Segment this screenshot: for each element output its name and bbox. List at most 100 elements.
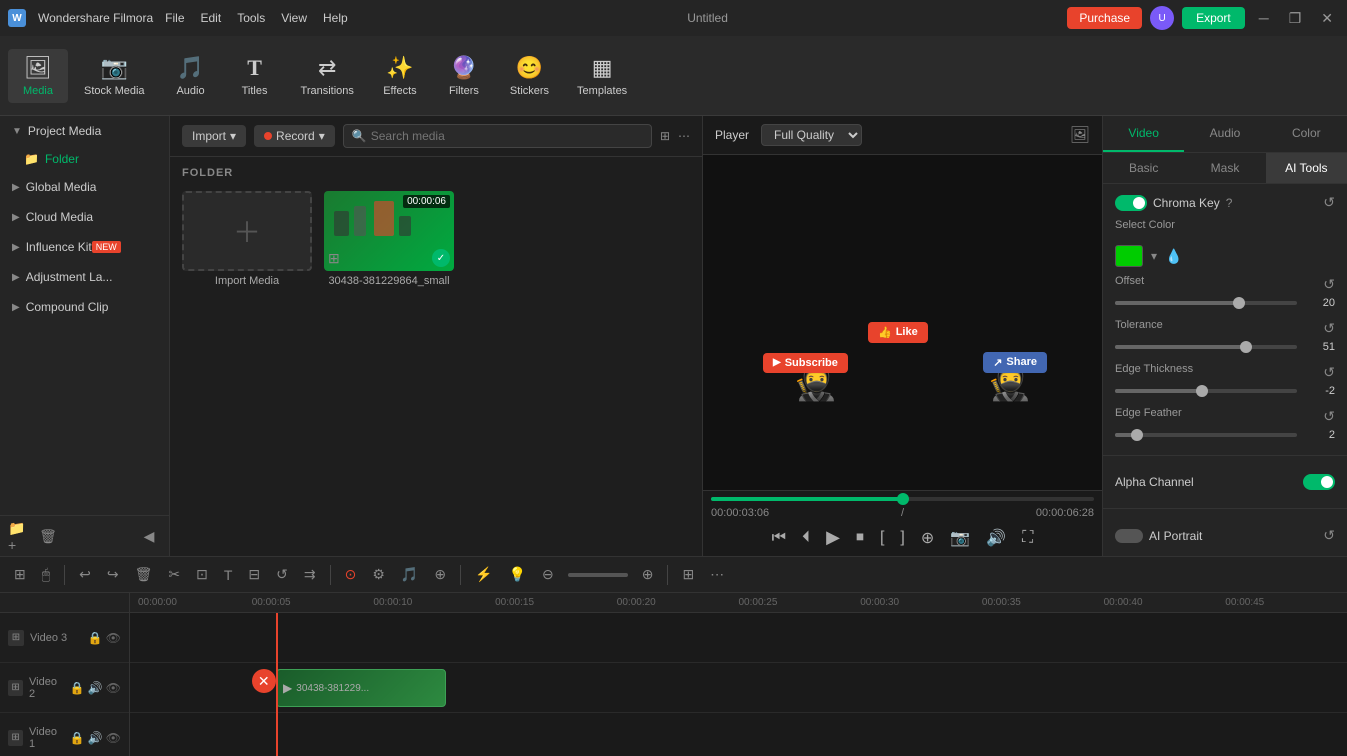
tl-record-button[interactable]: ⊙ xyxy=(339,562,363,587)
chroma-key-reset-icon[interactable]: ↺ xyxy=(1323,194,1335,211)
toolbar-templates[interactable]: ▦ Templates xyxy=(565,49,639,103)
color-chevron-icon[interactable]: ▾ xyxy=(1151,249,1157,263)
timeline-tracks-right[interactable]: 00:00:00 00:00:05 00:00:10 00:00:15 00:0… xyxy=(130,593,1347,756)
more-options-icon[interactable]: ⋯ xyxy=(678,129,690,143)
import-media-item[interactable]: ＋ Import Media xyxy=(182,191,312,287)
volume-button[interactable]: 🔊 xyxy=(982,526,1010,550)
import-button[interactable]: Import ▾ xyxy=(182,125,246,147)
chroma-key-toggle[interactable] xyxy=(1115,195,1147,211)
offset-slider[interactable] xyxy=(1115,301,1297,305)
search-input[interactable] xyxy=(371,129,643,143)
edge-thickness-reset-icon[interactable]: ↺ xyxy=(1323,364,1335,381)
menu-tools[interactable]: Tools xyxy=(237,11,265,25)
stop-button[interactable]: ⏹ xyxy=(852,527,868,549)
chroma-key-help-icon[interactable]: ? xyxy=(1226,196,1233,210)
toolbar-titles[interactable]: T Titles xyxy=(225,49,285,103)
sidebar-item-project-media[interactable]: ▼ Project Media xyxy=(0,116,169,146)
tl-smart-button[interactable]: 💡 xyxy=(503,562,532,587)
eyedropper-icon[interactable]: 💧 xyxy=(1165,248,1182,265)
track-lock-video2[interactable]: 🔒 xyxy=(70,681,85,695)
timeline-clip[interactable]: ▶ 30438-381229... xyxy=(276,669,446,707)
tl-audio-button[interactable]: 🎵 xyxy=(395,562,424,587)
toolbar-audio[interactable]: 🎵 Audio xyxy=(161,49,221,103)
fullscreen-button[interactable]: ⛶ xyxy=(1018,527,1037,549)
purchase-button[interactable]: Purchase xyxy=(1067,7,1142,29)
sidebar-item-influence-kit[interactable]: ▶ Influence Kit NEW xyxy=(0,232,169,262)
track-lock-video3[interactable]: 🔒 xyxy=(88,631,103,645)
edge-feather-reset-icon[interactable]: ↺ xyxy=(1323,408,1335,425)
menu-file[interactable]: File xyxy=(165,11,184,25)
quality-select[interactable]: Full Quality Half Quality xyxy=(761,124,862,146)
tl-more-button[interactable]: ⋯ xyxy=(704,562,730,587)
menu-edit[interactable]: Edit xyxy=(201,11,222,25)
tl-mask-button[interactable]: ⊟ xyxy=(242,562,266,587)
user-avatar[interactable]: U xyxy=(1150,6,1174,30)
tl-plus-button[interactable]: ⊕ xyxy=(636,562,660,587)
record-button[interactable]: Record ▾ xyxy=(254,125,335,147)
toolbar-stock-media[interactable]: 📷 Stock Media xyxy=(72,49,157,103)
close-button[interactable]: ✕ xyxy=(1315,8,1339,29)
folder-item[interactable]: 📁 Folder xyxy=(0,146,169,172)
tab-color[interactable]: Color xyxy=(1266,116,1347,152)
alpha-channel-toggle[interactable] xyxy=(1303,474,1335,490)
sub-tab-mask[interactable]: Mask xyxy=(1184,153,1265,183)
play-button[interactable]: ▶ xyxy=(822,525,844,550)
edge-feather-slider[interactable] xyxy=(1115,433,1297,437)
tl-crop-button[interactable]: ⊡ xyxy=(190,562,214,587)
filter-icon[interactable]: ⊞ xyxy=(660,129,670,143)
tl-delete-button[interactable]: 🗑 xyxy=(129,562,159,587)
offset-reset-icon[interactable]: ↺ xyxy=(1323,276,1335,293)
ai-portrait-reset-icon[interactable]: ↺ xyxy=(1323,527,1335,544)
sidebar-item-adjustment-layer[interactable]: ▶ Adjustment La... xyxy=(0,262,169,292)
snapshot-icon[interactable]: 🖼 xyxy=(1070,125,1090,145)
snapshot-button[interactable]: 📷 xyxy=(946,526,974,550)
media-clip-thumb[interactable]: 00:00:06 ⊞ ✓ xyxy=(324,191,454,271)
tl-rotate-button[interactable]: ↺ xyxy=(270,562,294,587)
tl-transition-button[interactable]: ⊕ xyxy=(428,562,452,587)
menu-view[interactable]: View xyxy=(281,11,307,25)
track-eye-video1[interactable]: 👁 xyxy=(106,731,121,745)
ai-portrait-toggle[interactable] xyxy=(1115,529,1143,543)
track-lock-video1[interactable]: 🔒 xyxy=(70,731,85,745)
toolbar-transitions[interactable]: ⇄ Transitions xyxy=(289,49,366,103)
edge-feather-slider-thumb[interactable] xyxy=(1131,429,1143,441)
toolbar-effects[interactable]: ✨ Effects xyxy=(370,49,430,103)
progress-bar[interactable] xyxy=(711,497,1094,501)
tolerance-reset-icon[interactable]: ↺ xyxy=(1323,320,1335,337)
sidebar-item-global-media[interactable]: ▶ Global Media xyxy=(0,172,169,202)
tolerance-slider[interactable] xyxy=(1115,345,1297,349)
track-mute-video1[interactable]: 🔊 xyxy=(88,731,103,745)
tab-video[interactable]: Video xyxy=(1103,116,1184,152)
tl-text-button[interactable]: T xyxy=(218,563,239,587)
tolerance-slider-thumb[interactable] xyxy=(1240,341,1252,353)
tl-ai-button[interactable]: ⚡ xyxy=(469,562,498,587)
toolbar-media[interactable]: 🖼 Media xyxy=(8,49,68,103)
add-folder-button[interactable]: 📁+ xyxy=(8,524,32,548)
tl-settings-button[interactable]: ⚙ xyxy=(366,562,391,587)
track-mute-video2[interactable]: 🔊 xyxy=(88,681,103,695)
go-start-button[interactable]: ⏮ xyxy=(768,527,790,549)
minimize-button[interactable]: ─ xyxy=(1253,8,1275,29)
tab-audio[interactable]: Audio xyxy=(1184,116,1265,152)
color-swatch[interactable] xyxy=(1115,245,1143,267)
add-marker-button[interactable]: ⊕ xyxy=(917,526,938,550)
sidebar-item-cloud-media[interactable]: ▶ Cloud Media xyxy=(0,202,169,232)
tl-layout-button[interactable]: ⊞ xyxy=(676,562,700,587)
maximize-button[interactable]: ❐ xyxy=(1283,8,1308,29)
menu-help[interactable]: Help xyxy=(323,11,348,25)
cut-marker[interactable]: ✕ xyxy=(252,669,276,693)
export-button[interactable]: Export xyxy=(1182,7,1245,29)
toolbar-filters[interactable]: 🔮 Filters xyxy=(434,49,494,103)
track-eye-video2[interactable]: 👁 xyxy=(106,681,121,695)
sidebar-item-compound-clip[interactable]: ▶ Compound Clip xyxy=(0,292,169,322)
tl-add-track-button[interactable]: ⊞ xyxy=(8,562,32,587)
tl-select-button[interactable]: 🖱 xyxy=(36,562,56,587)
track-eye-video3[interactable]: 👁 xyxy=(106,631,121,645)
tl-undo-button[interactable]: ↩ xyxy=(73,562,97,587)
tl-minus-button[interactable]: ⊖ xyxy=(536,562,560,587)
mark-out-button[interactable]: ] xyxy=(896,527,908,549)
tl-redo-button[interactable]: ↪ xyxy=(101,562,125,587)
edge-thickness-slider[interactable] xyxy=(1115,389,1297,393)
import-media-thumb[interactable]: ＋ xyxy=(182,191,312,271)
delete-folder-button[interactable]: 🗑 xyxy=(36,524,60,548)
